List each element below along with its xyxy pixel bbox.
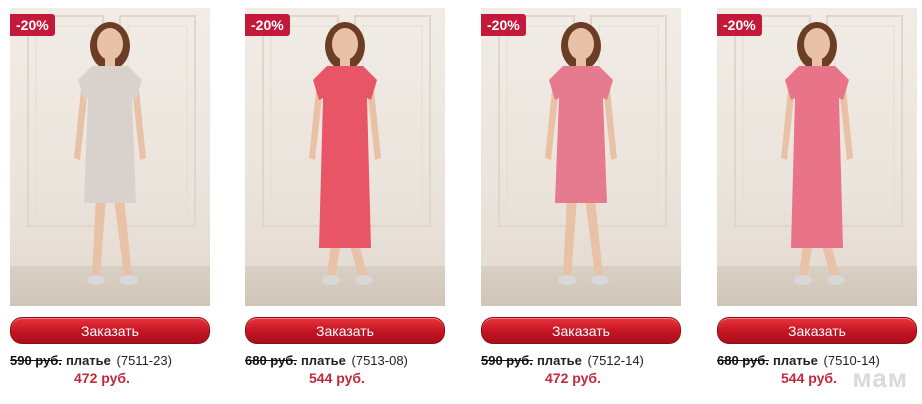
new-price: 544 руб. [781, 370, 837, 386]
product-code: (7511-23) [116, 353, 172, 368]
product-name[interactable]: платье [66, 353, 111, 368]
product-card: -20% Заказать 590 руб. платье (7512-14) 4… [481, 8, 681, 400]
new-price: 544 руб. [309, 370, 365, 386]
product-photo[interactable] [481, 8, 681, 306]
old-price: 590 руб. [10, 353, 62, 368]
price-info: 680 руб. платье (7513-08) 544 руб. [245, 353, 455, 386]
product-code: (7513-08) [351, 353, 408, 368]
product-name[interactable]: платье [301, 353, 346, 368]
model-figure-icon [74, 22, 146, 285]
order-button[interactable]: Заказать [10, 317, 210, 344]
product-card: -20% Заказать 680 руб. платье (7510-14) 5… [717, 8, 917, 400]
product-photo[interactable] [10, 8, 210, 306]
order-button[interactable]: Заказать [245, 317, 445, 344]
product-photo[interactable] [717, 8, 917, 306]
price-info: 590 руб. платье (7512-14) 472 руб. [481, 353, 691, 386]
model-figure-icon [309, 22, 381, 285]
discount-badge: -20% [481, 14, 526, 36]
price-info: 590 руб. платье (7511-23) 472 руб. [10, 353, 220, 386]
model-figure-icon [545, 22, 617, 285]
product-photo[interactable] [245, 8, 445, 306]
discount-badge: -20% [10, 14, 55, 36]
old-price: 680 руб. [717, 353, 769, 368]
new-price: 472 руб. [74, 370, 130, 386]
old-price: 590 руб. [481, 353, 533, 368]
product-card: -20% Заказать 680 руб. платье (7513-08) 5… [245, 8, 445, 400]
product-name[interactable]: платье [537, 353, 582, 368]
product-name[interactable]: платье [773, 353, 818, 368]
product-code: (7512-14) [587, 353, 644, 368]
order-button[interactable]: Заказать [481, 317, 681, 344]
product-card: -20% Заказать 590 руб. платье (7511-23) 4… [10, 8, 210, 400]
new-price: 472 руб. [545, 370, 601, 386]
site-watermark: мам [852, 363, 908, 393]
old-price: 680 руб. [245, 353, 297, 368]
order-button[interactable]: Заказать [717, 317, 917, 344]
discount-badge: -20% [245, 14, 290, 36]
discount-badge: -20% [717, 14, 762, 36]
model-figure-icon [781, 22, 853, 285]
